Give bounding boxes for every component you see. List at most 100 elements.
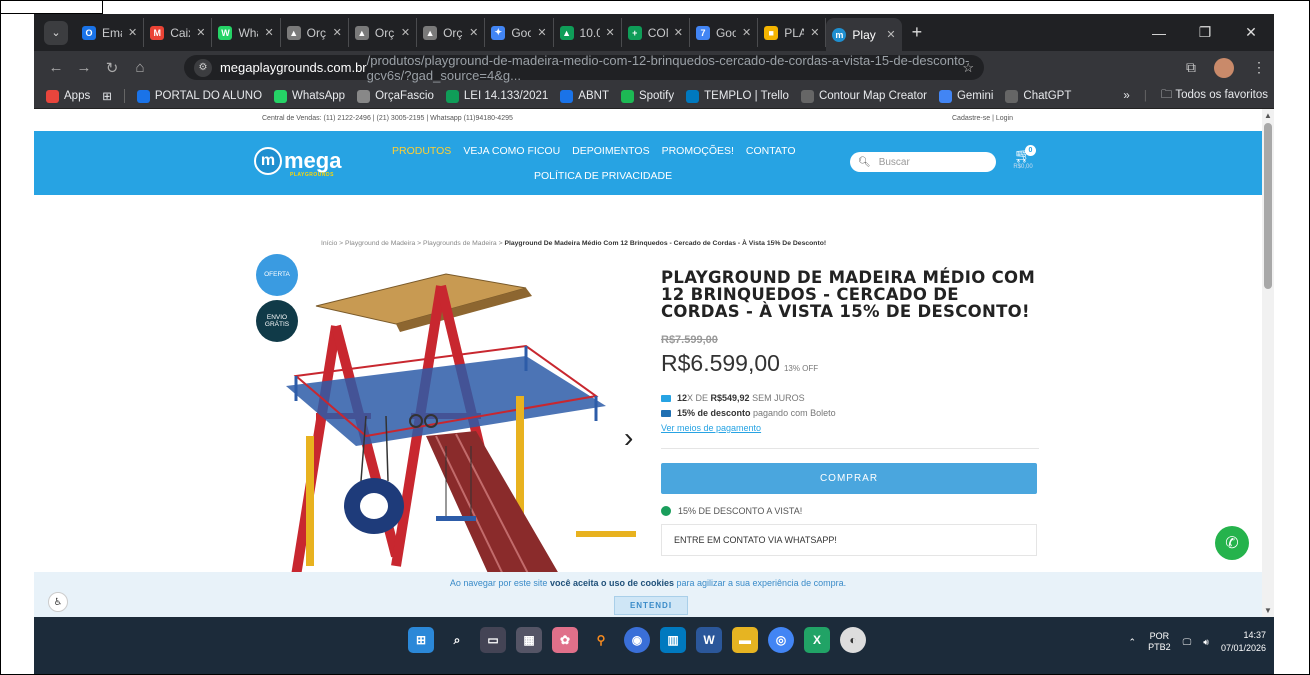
bookmark-item[interactable]: LEI 14.133/2021 — [445, 89, 548, 103]
site-logo[interactable]: m mega PLAYGROUNDS — [254, 147, 341, 178]
scroll-thumb[interactable] — [1264, 123, 1272, 289]
tab-close-icon[interactable]: ✕ — [469, 26, 478, 39]
accessibility-icon[interactable]: ♿︎ — [48, 592, 68, 612]
all-favorites-folder[interactable]: 🗀 Todos os favoritos — [1161, 87, 1268, 106]
store-icon[interactable]: ▦ — [516, 627, 542, 653]
cart-button[interactable]: 🛒︎ 0 R$0,00 — [1005, 145, 1041, 170]
tab-close-icon[interactable]: ✕ — [606, 26, 615, 39]
address-bar[interactable]: ⚙ megaplaygrounds.com.br/produtos/playgr… — [184, 53, 984, 83]
tab-close-icon[interactable]: ✕ — [742, 26, 751, 39]
tab-close-icon[interactable]: ✕ — [128, 26, 137, 39]
payment-methods-link[interactable]: Ver meios de pagamento — [661, 423, 761, 433]
new-tab-icon[interactable]: + — [912, 22, 923, 43]
browser-tab[interactable]: ■ PLA ✕ — [758, 18, 827, 47]
trello-taskbar-icon[interactable]: ▥ — [660, 627, 686, 653]
signup-link[interactable]: Cadastre-se — [952, 115, 990, 122]
menu-icon[interactable]: ⋮ — [1252, 59, 1266, 76]
nav-veja-como-ficou[interactable]: VEJA COMO FICOU — [463, 145, 560, 157]
explorer-icon[interactable]: ▬ — [732, 627, 758, 653]
tab-close-icon[interactable]: ✕ — [537, 26, 546, 39]
browser-tab[interactable]: ▲ 10.0 ✕ — [554, 18, 622, 47]
tab-close-icon[interactable]: ✕ — [333, 26, 342, 39]
back-icon[interactable]: ← — [42, 59, 70, 76]
tab-close-icon[interactable]: ✕ — [264, 26, 273, 39]
tab-title: Goo — [715, 25, 736, 40]
active-tab[interactable]: m Play ✕ — [826, 18, 902, 51]
network-app-icon[interactable]: ◐ — [840, 627, 866, 653]
browser-tab[interactable]: M Caix ✕ — [144, 18, 213, 47]
tray-expand-icon[interactable]: ⌃ — [1129, 637, 1137, 648]
next-image-arrow-icon[interactable]: › — [624, 422, 633, 454]
whatsapp-float-icon[interactable]: ✆ — [1215, 526, 1249, 560]
whatsapp-contact-button[interactable]: ENTRE EM CONTATO VIA WHATSAPP! — [661, 524, 1037, 556]
bookmark-item[interactable]: Gemini — [938, 89, 993, 103]
tab-close-icon[interactable]: ✕ — [401, 26, 410, 39]
nav-promocoes[interactable]: PROMOÇÕES! — [662, 145, 734, 157]
clock[interactable]: 14:37 07/01/2026 — [1221, 629, 1266, 655]
search-app-icon[interactable]: ⚲ — [588, 627, 614, 653]
browser-tab[interactable]: ▲ Orç ✕ — [349, 18, 418, 47]
browser-tab[interactable]: ✦ Goo ✕ — [485, 18, 554, 47]
copilot-icon[interactable]: ✿ — [552, 627, 578, 653]
minimize-icon[interactable]: — — [1136, 25, 1182, 41]
edge-icon[interactable]: ◉ — [624, 627, 650, 653]
tab-close-icon[interactable]: ✕ — [886, 28, 895, 41]
buy-button[interactable]: COMPRAR — [661, 463, 1037, 494]
bookmark-item[interactable]: WhatsApp — [274, 89, 345, 103]
excel-icon[interactable]: X — [804, 627, 830, 653]
extensions-icon[interactable]: ⧉ — [1186, 59, 1196, 76]
language-indicator[interactable]: POR PTB2 — [1148, 631, 1171, 653]
chrome-icon[interactable]: ◎ — [768, 627, 794, 653]
forward-icon[interactable]: → — [70, 59, 98, 76]
browser-tab[interactable]: 7 Goo ✕ — [690, 18, 759, 47]
start-icon[interactable]: ⊞ — [408, 627, 434, 653]
bookmark-item[interactable]: Spotify — [620, 89, 674, 103]
browser-tab[interactable]: + CON ✕ — [622, 18, 690, 47]
browser-tab[interactable]: O Ema ✕ — [76, 18, 145, 47]
search-taskbar-icon[interactable]: ⌕ — [444, 627, 470, 653]
reload-icon[interactable]: ↻ — [98, 59, 126, 77]
nav-privacy[interactable]: POLÍTICA DE PRIVACIDADE — [534, 170, 672, 182]
tab-favicon-icon: + — [627, 25, 642, 40]
tab-close-icon[interactable]: ✕ — [810, 26, 819, 39]
task-view-icon[interactable]: ▭ — [480, 627, 506, 653]
search-input[interactable]: 🔍︎ Buscar — [850, 152, 996, 172]
browser-tab[interactable]: ▲ Orç ✕ — [417, 18, 486, 47]
cookie-accept-button[interactable]: ENTENDI — [614, 596, 688, 615]
nav-depoimentos[interactable]: DEPOIMENTOS — [572, 145, 649, 157]
tab-close-icon[interactable]: ✕ — [196, 26, 205, 39]
product-image[interactable] — [276, 266, 636, 596]
browser-tab[interactable]: ▲ Orç ✕ — [281, 18, 349, 47]
login-link[interactable]: Login — [996, 115, 1013, 122]
network-icon[interactable]: 🖵︎ — [1183, 637, 1192, 648]
bookmark-item[interactable]: Apps — [46, 89, 90, 103]
tab-favicon-icon: ▲ — [559, 25, 574, 40]
scroll-down-icon[interactable]: ▼ — [1264, 606, 1272, 615]
site-info-icon[interactable]: ⚙ — [194, 58, 212, 77]
word-icon[interactable]: W — [696, 627, 722, 653]
tab-close-icon[interactable]: ✕ — [674, 26, 683, 39]
lei-icon — [445, 89, 459, 103]
scroll-up-icon[interactable]: ▲ — [1264, 111, 1272, 120]
close-window-icon[interactable]: ✕ — [1228, 24, 1274, 41]
breadcrumb-path[interactable]: Início > Playground de Madeira > Playgro… — [321, 240, 504, 247]
profile-avatar[interactable] — [1214, 57, 1234, 78]
home-icon[interactable]: ⌂ — [126, 59, 154, 76]
bookmark-item[interactable]: ChatGPT — [1005, 89, 1071, 103]
tab-search-button[interactable]: ⌄ — [44, 20, 68, 45]
nav-produtos[interactable]: PRODUTOS — [392, 145, 451, 157]
bookmark-star-icon[interactable]: ☆ — [962, 60, 974, 76]
product-title: PLAYGROUND DE MADEIRA MÉDIO COM 12 BRINQ… — [661, 268, 1036, 321]
bookmarks-more-button[interactable]: » — [1123, 90, 1129, 102]
nav-contato[interactable]: CONTATO — [746, 145, 796, 157]
restore-icon[interactable]: ❐ — [1182, 24, 1228, 41]
page-scrollbar[interactable]: ▲ ▼ — [1262, 109, 1274, 617]
bookmark-item[interactable]: ABNT — [560, 89, 609, 103]
bookmark-item[interactable]: OrçaFascio — [357, 89, 434, 103]
bookmark-item[interactable]: TEMPLO | Trello — [686, 89, 789, 103]
bookmark-item[interactable]: PORTAL DO ALUNO — [136, 89, 262, 103]
volume-icon[interactable]: 🔊︎ — [1203, 637, 1209, 648]
bookmark-item[interactable]: Contour Map Creator — [800, 89, 927, 103]
browser-tab[interactable]: W Wha ✕ — [212, 18, 281, 47]
tab-groups-icon[interactable]: ⊞ — [102, 89, 112, 103]
